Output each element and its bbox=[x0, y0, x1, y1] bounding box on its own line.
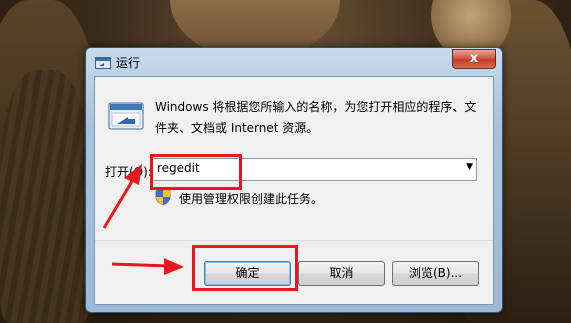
arrow-to-command-input bbox=[102, 164, 142, 229]
annotation-arrows bbox=[102, 164, 184, 275]
arrow-to-ok-button bbox=[111, 258, 184, 275]
